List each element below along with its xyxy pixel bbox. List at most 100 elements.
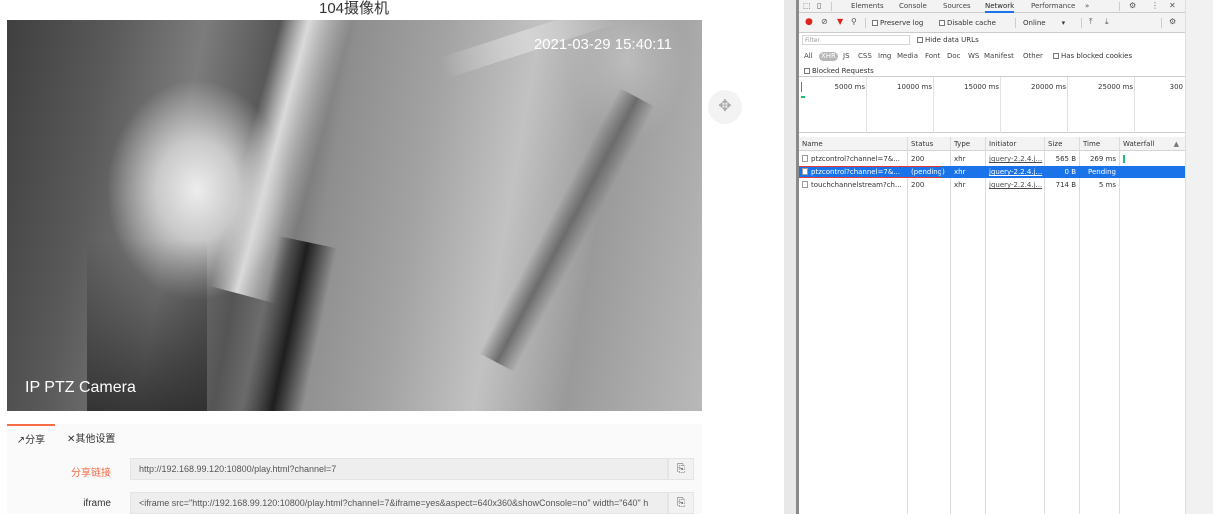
table-row-selected[interactable]: ptzcontrol?channel=7&... (pending) xhr j… [799, 166, 1185, 178]
copy-iframe-button[interactable]: ⎘ [668, 492, 694, 514]
overview-load-marker [801, 96, 805, 98]
column-header-name[interactable]: Name [799, 137, 907, 151]
video-caption: IP PTZ Camera [25, 379, 136, 396]
blocked-requests-label: Blocked Requests [812, 67, 874, 75]
overview-tick: 20000 ms [1031, 83, 1066, 91]
overview-tick: 25000 ms [1098, 83, 1133, 91]
close-icon[interactable]: ✕ [1169, 1, 1176, 11]
overview-tick: 15000 ms [964, 83, 999, 91]
more-tabs-button[interactable]: » [1085, 1, 1089, 11]
request-initiator-link[interactable]: jquery-2.2.4.j... [986, 179, 1044, 191]
share-tabs: ↗分享 ✕其他设置 [7, 424, 702, 456]
request-status: 200 [911, 155, 925, 163]
copy-share-link-button[interactable]: ⎘ [668, 458, 694, 480]
type-filter-other[interactable]: Other [1023, 52, 1043, 61]
move-icon[interactable]: ✥ [708, 90, 742, 124]
throttling-value: Online [1023, 19, 1046, 27]
request-name: ptzcontrol?channel=7&... [811, 168, 900, 176]
request-size: 565 B [1055, 155, 1076, 163]
tab-sources[interactable]: Sources [943, 1, 971, 11]
overview-tick: 10000 ms [897, 83, 932, 91]
tab-performance[interactable]: Performance [1031, 1, 1075, 11]
network-toolbar: ● ⊘ ▼ ⚲ Preserve log Disable cache Onlin… [799, 13, 1185, 33]
video-player[interactable]: 2021-03-29 15:40:11 IP PTZ Camera [7, 20, 702, 411]
request-time: Pending [1088, 168, 1116, 176]
type-filter-media[interactable]: Media [897, 52, 918, 61]
type-filter-ws[interactable]: WS [968, 52, 979, 61]
waterfall-bar [1123, 155, 1125, 163]
table-row[interactable]: touchchannelstream?ch... 200 xhr jquery-… [799, 179, 1185, 191]
type-filter-js[interactable]: JS [843, 52, 850, 61]
clear-icon[interactable]: ⊘ [821, 17, 828, 27]
tab-share[interactable]: ↗分享 [7, 424, 55, 456]
window-edge [1213, 0, 1221, 514]
filter-bar: Filter Hide data URLs All XHR JS CSS Img… [799, 33, 1185, 77]
column-header-type[interactable]: Type [951, 137, 985, 151]
request-name-cell: touchchannelstream?ch... [799, 179, 907, 191]
sort-arrow-icon: ▲ [1173, 140, 1179, 148]
share-panel: ↗分享 ✕其他设置 分享链接 http://192.168.99.120:108… [7, 424, 702, 514]
overview-tick: 5000 ms [834, 83, 865, 91]
record-icon[interactable]: ● [805, 17, 813, 27]
network-settings-gear-icon[interactable]: ⚙ [1169, 17, 1176, 27]
filter-input[interactable]: Filter [802, 35, 910, 45]
devtools-panel: ⬚ ▯ Elements Console Sources Network Per… [799, 0, 1185, 514]
type-filter-manifest[interactable]: Manifest [984, 52, 1014, 61]
import-har-icon[interactable]: ⤒ [1089, 17, 1093, 27]
type-filter-doc[interactable]: Doc [947, 52, 961, 61]
column-header-waterfall[interactable]: Waterfall ▲ [1120, 137, 1185, 151]
search-icon[interactable]: ⚲ [851, 17, 857, 27]
table-row[interactable]: ptzcontrol?channel=7&... 200 xhr jquery-… [799, 153, 1185, 165]
xhr-file-icon [802, 155, 808, 162]
video-frame-detail [478, 88, 656, 372]
chevron-down-icon: ▾ [1061, 19, 1066, 27]
type-filter-xhr[interactable]: XHR [819, 52, 838, 61]
copy-icon: ⎘ [676, 497, 686, 509]
blocked-requests-checkbox[interactable]: Blocked Requests [804, 67, 874, 76]
type-filter-css[interactable]: CSS [858, 52, 872, 61]
kebab-menu-icon[interactable]: ⋮ [1151, 1, 1159, 11]
share-link-field[interactable]: http://192.168.99.120:10800/play.html?ch… [130, 458, 668, 480]
type-filter-font[interactable]: Font [925, 52, 940, 61]
overview-tick: 300 [1169, 83, 1183, 91]
request-initiator-link[interactable]: jquery-2.2.4.j... [986, 153, 1044, 165]
export-har-icon[interactable]: ⤓ [1105, 17, 1109, 27]
network-overview[interactable]: 5000 ms 10000 ms 15000 ms 20000 ms 25000… [799, 77, 1185, 133]
tab-network[interactable]: Network [985, 1, 1015, 13]
tab-other-settings[interactable]: ✕其他设置 [67, 424, 127, 456]
device-toolbar-icon[interactable]: ▯ [817, 1, 821, 11]
column-header-size[interactable]: Size [1045, 137, 1079, 151]
iframe-label: iframe [83, 498, 111, 509]
column-header-status[interactable]: Status [908, 137, 950, 151]
throttling-select[interactable]: Online ▾ [1023, 18, 1065, 28]
copy-icon: ⎘ [676, 463, 686, 475]
request-initiator-link[interactable]: jquery-2.2.4.j... [986, 166, 1044, 178]
type-filter-img[interactable]: Img [878, 52, 891, 61]
type-filter-all[interactable]: All [804, 52, 813, 61]
waterfall-label: Waterfall [1123, 140, 1155, 148]
hide-data-urls-label: Hide data URLs [925, 36, 979, 44]
request-size: 0 B [1064, 168, 1076, 176]
column-header-initiator[interactable]: Initiator [986, 137, 1044, 151]
overview-dom-marker [801, 82, 802, 92]
preserve-log-checkbox[interactable]: Preserve log [872, 18, 923, 28]
tab-elements[interactable]: Elements [851, 1, 884, 11]
request-name-cell: ptzcontrol?channel=7&... [799, 153, 907, 165]
tab-console[interactable]: Console [899, 1, 927, 11]
iframe-code-field[interactable]: <iframe src="http://192.168.99.120:10800… [130, 492, 668, 514]
video-timestamp: 2021-03-29 15:40:11 [533, 36, 672, 53]
column-header-time[interactable]: Time [1080, 137, 1119, 151]
settings-gear-icon[interactable]: ⚙ [1129, 1, 1136, 11]
has-blocked-cookies-checkbox[interactable]: Has blocked cookies [1053, 52, 1132, 61]
devtools-side-scrollbar[interactable] [1185, 0, 1213, 514]
filter-icon[interactable]: ▼ [837, 17, 843, 27]
request-type: xhr [954, 155, 966, 163]
disable-cache-label: Disable cache [947, 19, 996, 27]
page-title: 104摄像机 [318, 0, 390, 17]
hide-data-urls-checkbox[interactable]: Hide data URLs [917, 36, 979, 45]
request-name-cell: ptzcontrol?channel=7&... [799, 166, 907, 178]
inspect-element-icon[interactable]: ⬚ [803, 1, 811, 11]
disable-cache-checkbox[interactable]: Disable cache [939, 18, 996, 28]
xhr-file-icon [802, 181, 808, 188]
request-name: touchchannelstream?ch... [811, 181, 902, 189]
